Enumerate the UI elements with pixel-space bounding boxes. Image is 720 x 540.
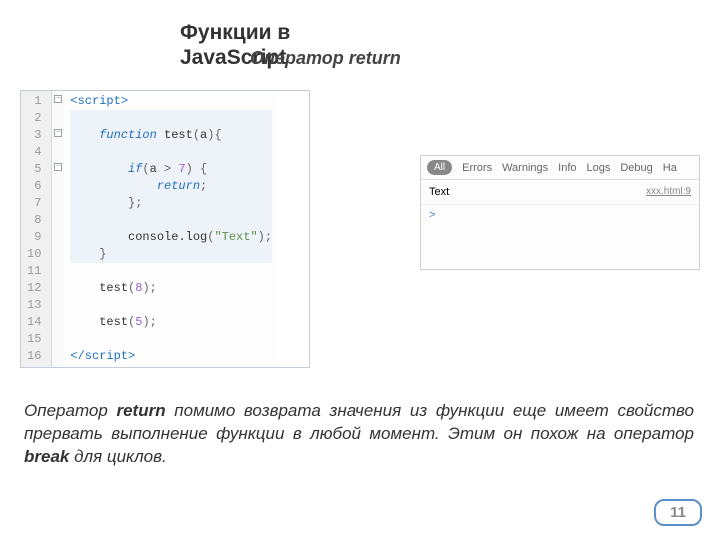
- fold-marker-icon: −: [54, 129, 62, 137]
- code-keyword: function: [99, 128, 157, 142]
- line-number: 5: [27, 161, 41, 178]
- console-row: Text xxx.html:9: [421, 180, 699, 205]
- console-source-link[interactable]: xxx.html:9: [646, 186, 691, 198]
- console-tab-logs[interactable]: Logs: [587, 162, 611, 174]
- line-number: 11: [27, 263, 41, 280]
- console-tabs: All Errors Warnings Info Logs Debug Ha: [421, 156, 699, 180]
- line-number: 7: [27, 195, 41, 212]
- code-token: <script>: [70, 94, 128, 108]
- page-number: 11: [654, 499, 702, 526]
- slide-title-line1: Функции в: [180, 20, 540, 45]
- console-tab-errors[interactable]: Errors: [462, 162, 492, 174]
- code-token: test: [99, 315, 128, 329]
- para-text: Оператор: [24, 401, 116, 420]
- line-number: 2: [27, 110, 41, 127]
- code-content: <script> function test(a){ if(a > 7) { r…: [64, 91, 278, 367]
- console-output-text: Text: [429, 186, 449, 198]
- para-bold-break: break: [24, 447, 69, 466]
- fold-column: − − −: [52, 91, 64, 367]
- code-token: test: [164, 128, 193, 142]
- console-tab-info[interactable]: Info: [558, 162, 576, 174]
- devtools-console: All Errors Warnings Info Logs Debug Ha T…: [420, 155, 700, 270]
- line-number: 6: [27, 178, 41, 195]
- line-number-gutter: 1 2 3 4 5 6 7 8 9 10 11 12 13 14 15 16: [21, 91, 52, 367]
- line-number: 8: [27, 212, 41, 229]
- console-prompt[interactable]: >: [421, 205, 699, 225]
- line-number: 12: [27, 280, 41, 297]
- code-token: >: [157, 162, 179, 176]
- console-tab-overflow[interactable]: Ha: [663, 162, 677, 174]
- line-number: 1: [27, 93, 41, 110]
- line-number: 3: [27, 127, 41, 144]
- code-keyword: return: [157, 179, 200, 193]
- explanation-paragraph: Оператор return помимо возврата значения…: [24, 400, 694, 469]
- line-number: 15: [27, 331, 41, 348]
- line-number: 16: [27, 348, 41, 365]
- code-keyword: if: [128, 162, 142, 176]
- line-number: 4: [27, 144, 41, 161]
- line-number: 13: [27, 297, 41, 314]
- code-token: test: [99, 281, 128, 295]
- code-token: a: [150, 162, 157, 176]
- console-tab-warnings[interactable]: Warnings: [502, 162, 548, 174]
- para-bold-return: return: [116, 401, 165, 420]
- code-string: "Text": [214, 230, 257, 244]
- slide-subtitle: Оператор return: [250, 48, 401, 69]
- code-number: 7: [178, 162, 185, 176]
- line-number: 14: [27, 314, 41, 331]
- code-token: console.log: [128, 230, 207, 244]
- fold-marker-icon: −: [54, 163, 62, 171]
- line-number: 10: [27, 246, 41, 263]
- console-tab-debug[interactable]: Debug: [620, 162, 652, 174]
- code-token: </script>: [70, 349, 135, 363]
- line-number: 9: [27, 229, 41, 246]
- code-editor: 1 2 3 4 5 6 7 8 9 10 11 12 13 14 15 16 −…: [20, 90, 310, 368]
- console-tab-all[interactable]: All: [427, 160, 452, 175]
- para-text: для циклов.: [69, 447, 166, 466]
- fold-marker-icon: −: [54, 95, 62, 103]
